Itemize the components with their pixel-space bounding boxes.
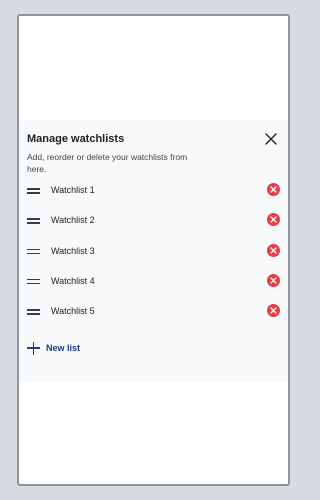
delete-button[interactable]: [267, 243, 280, 257]
close-button[interactable]: [263, 131, 279, 147]
watchlist-label: Watchlist 3: [51, 245, 95, 256]
watchlist-list: Watchlist 1 Watchlist 2 Watchlist 3 Watc…: [19, 178, 288, 329]
watchlist-label: Watchlist 5: [51, 306, 95, 316]
drag-handle-icon[interactable]: [27, 248, 42, 256]
watchlist-label: Watchlist 1: [51, 185, 95, 195]
list-item: Watchlist 4: [19, 269, 288, 299]
new-list-label: New list: [46, 343, 81, 353]
delete-icon: [270, 307, 277, 314]
delete-icon: [270, 246, 277, 254]
list-item: Watchlist 2: [19, 208, 288, 238]
close-icon: [265, 133, 277, 145]
list-item: Watchlist 1: [19, 178, 288, 208]
delete-button[interactable]: [267, 183, 280, 196]
drag-handle-icon[interactable]: [27, 308, 42, 316]
watchlist-label: Watchlist 4: [51, 275, 95, 286]
delete-button[interactable]: [267, 304, 280, 317]
delete-button[interactable]: [267, 213, 280, 227]
delete-button[interactable]: [267, 273, 280, 287]
plus-icon: [27, 341, 40, 355]
drag-handle-icon[interactable]: [27, 187, 42, 195]
drag-handle-icon[interactable]: [27, 278, 42, 286]
device-frame: Manage watchlists Add, reorder or delete…: [17, 14, 290, 486]
manage-watchlists-sheet: Manage watchlists Add, reorder or delete…: [19, 120, 288, 382]
delete-icon: [270, 216, 277, 223]
delete-icon: [270, 277, 277, 284]
sheet-title: Manage watchlists: [27, 133, 125, 145]
delete-icon: [270, 186, 277, 193]
watchlist-label: Watchlist 2: [51, 215, 95, 226]
new-list-button[interactable]: New list: [27, 341, 80, 355]
drag-handle-icon[interactable]: [27, 217, 42, 225]
sheet-subtitle: Add, reorder or delete your watchlists f…: [27, 152, 188, 174]
list-item: Watchlist 3: [19, 239, 288, 269]
list-item: Watchlist 5: [19, 299, 288, 329]
